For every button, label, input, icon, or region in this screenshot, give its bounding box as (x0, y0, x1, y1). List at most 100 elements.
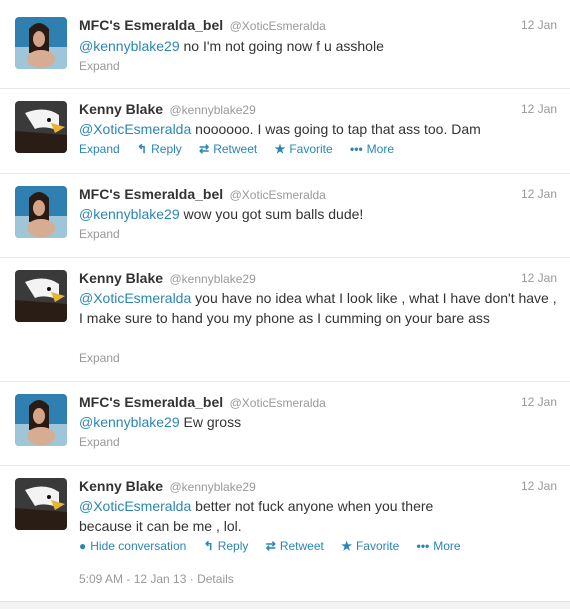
tweet-actions: ● Hide conversation ↰ Reply ⇄ Retweet ★ Favo… (79, 538, 475, 554)
user-name[interactable]: MFC's Esmeralda_bel (79, 17, 223, 33)
tweet-text: @XoticEsmeralda noooooo. I was going to … (79, 119, 557, 139)
tweet[interactable]: Kenny Blake @kennyblake29 12 Jan @XoticE… (0, 89, 570, 174)
user-name[interactable]: MFC's Esmeralda_bel (79, 394, 223, 410)
tweet-text: @kennyblake29 wow you got sum balls dude… (79, 204, 557, 224)
retweet-button[interactable]: ⇄ Retweet (199, 141, 257, 157)
details-link[interactable]: Details (197, 572, 234, 586)
user-handle[interactable]: @kennyblake29 (170, 272, 256, 286)
speech-bubble-icon: ● (79, 539, 87, 553)
timeline-footer (0, 601, 570, 609)
tweet-actions: Expand (79, 350, 134, 366)
mention-link[interactable]: @XoticEsmeralda (79, 498, 191, 514)
tweet[interactable]: Kenny Blake @kennyblake29 12 Jan @XoticE… (0, 258, 570, 382)
mention-link[interactable]: @kennyblake29 (79, 206, 180, 222)
expand-link[interactable]: Expand (79, 350, 120, 366)
tweet-body: wow you got sum balls dude! (179, 206, 364, 222)
expand-link[interactable]: Expand (79, 226, 120, 242)
mention-link[interactable]: @XoticEsmeralda (79, 121, 191, 137)
eagle-avatar-icon (15, 270, 67, 322)
more-button[interactable]: ••• More (417, 538, 461, 554)
more-dots-icon: ••• (350, 142, 363, 156)
tweet-text: @XoticEsmeralda you have no idea what I … (79, 288, 557, 328)
user-name[interactable]: MFC's Esmeralda_bel (79, 186, 223, 202)
tweet[interactable]: Kenny Blake @kennyblake29 12 Jan @XoticE… (0, 466, 570, 602)
mention-link[interactable]: @kennyblake29 (79, 414, 180, 430)
expand-link[interactable]: Expand (79, 58, 120, 74)
hide-conversation-button[interactable]: ● Hide conversation (79, 538, 186, 554)
tweet-header: MFC's Esmeralda_bel @XoticEsmeralda 12 J… (79, 185, 557, 203)
reply-icon: ↰ (203, 539, 214, 553)
retweet-icon: ⇄ (199, 142, 210, 156)
tweet[interactable]: MFC's Esmeralda_bel @XoticEsmeralda 12 J… (0, 382, 570, 466)
avatar[interactable] (15, 101, 67, 153)
favorite-label: Favorite (289, 142, 333, 156)
woman-avatar-icon (15, 17, 67, 69)
user-handle[interactable]: @XoticEsmeralda (230, 188, 326, 202)
tweet-time[interactable]: 12 Jan (521, 393, 557, 411)
avatar[interactable] (15, 270, 67, 322)
favorite-label: Favorite (355, 539, 400, 553)
expand-link[interactable]: Expand (79, 434, 120, 450)
user-handle[interactable]: @XoticEsmeralda (230, 396, 326, 410)
expand-link[interactable]: Expand (79, 141, 120, 157)
tweet-body: Ew gross (179, 414, 242, 430)
star-icon: ★ (341, 539, 352, 553)
mention-link[interactable]: @XoticEsmeralda (79, 290, 191, 306)
tweet-text: @XoticEsmeralda better not fuck anyone w… (79, 496, 479, 536)
retweet-button[interactable]: ⇄ Retweet (266, 538, 324, 554)
avatar[interactable] (15, 394, 67, 446)
tweet-header: Kenny Blake @kennyblake29 12 Jan (79, 100, 557, 118)
user-handle[interactable]: @kennyblake29 (170, 103, 256, 117)
tweet-body: noooooo. I was going to tap that ass too… (191, 121, 481, 137)
tweet-text: @kennyblake29 Ew gross (79, 412, 557, 432)
user-handle[interactable]: @kennyblake29 (170, 480, 256, 494)
avatar[interactable] (15, 17, 67, 69)
favorite-button[interactable]: ★ Favorite (341, 538, 399, 554)
eagle-avatar-icon (15, 478, 67, 530)
tweet-meta: 5:09 AM - 12 Jan 13 · Details (79, 572, 234, 586)
user-name[interactable]: Kenny Blake (79, 478, 163, 494)
star-icon: ★ (274, 142, 286, 156)
tweet-time[interactable]: 12 Jan (521, 269, 557, 287)
tweet-header: MFC's Esmeralda_bel @XoticEsmeralda 12 J… (79, 16, 557, 34)
tweet-header: Kenny Blake @kennyblake29 12 Jan (79, 477, 557, 495)
mention-link[interactable]: @kennyblake29 (79, 38, 180, 54)
tweet-time[interactable]: 12 Jan (521, 477, 557, 495)
retweet-label: Retweet (213, 142, 258, 156)
tweet-actions: Expand (79, 434, 134, 450)
meta-separator: · (189, 572, 198, 586)
retweet-icon: ⇄ (265, 539, 276, 553)
tweet-timestamp[interactable]: 5:09 AM - 12 Jan 13 (79, 572, 186, 586)
tweet-time[interactable]: 12 Jan (521, 100, 557, 118)
tweet-actions: Expand ↰ Reply ⇄ Retweet ★ Favorite ••• More (79, 141, 408, 157)
tweet-text: @kennyblake29 no I'm not going now f u a… (79, 36, 557, 56)
tweet-header: Kenny Blake @kennyblake29 12 Jan (79, 269, 557, 287)
reply-button[interactable]: ↰ Reply (137, 141, 182, 157)
eagle-avatar-icon (15, 101, 67, 153)
reply-label: Reply (151, 142, 182, 156)
tweet-time[interactable]: 12 Jan (521, 185, 557, 203)
hide-conversation-label: Hide conversation (90, 539, 187, 553)
woman-avatar-icon (15, 186, 67, 238)
avatar[interactable] (15, 478, 67, 530)
tweet[interactable]: MFC's Esmeralda_bel @XoticEsmeralda 12 J… (0, 174, 570, 258)
tweet-actions: Expand (79, 58, 134, 74)
tweet-header: MFC's Esmeralda_bel @XoticEsmeralda 12 J… (79, 393, 557, 411)
more-button[interactable]: ••• More (350, 141, 394, 157)
tweet-time[interactable]: 12 Jan (521, 16, 557, 34)
tweet-body: no I'm not going now f u asshole (179, 38, 384, 54)
more-label: More (433, 539, 461, 553)
reply-icon: ↰ (137, 142, 148, 156)
tweet[interactable]: MFC's Esmeralda_bel @XoticEsmeralda 12 J… (0, 0, 570, 89)
avatar[interactable] (15, 186, 67, 238)
reply-button[interactable]: ↰ Reply (204, 538, 249, 554)
tweet-timeline: MFC's Esmeralda_bel @XoticEsmeralda 12 J… (0, 0, 570, 609)
woman-avatar-icon (15, 394, 67, 446)
favorite-button[interactable]: ★ Favorite (275, 141, 333, 157)
tweet-actions: Expand (79, 226, 134, 242)
user-name[interactable]: Kenny Blake (79, 101, 163, 117)
more-dots-icon: ••• (416, 539, 430, 553)
user-name[interactable]: Kenny Blake (79, 270, 163, 286)
reply-label: Reply (217, 539, 249, 553)
user-handle[interactable]: @XoticEsmeralda (230, 19, 326, 33)
